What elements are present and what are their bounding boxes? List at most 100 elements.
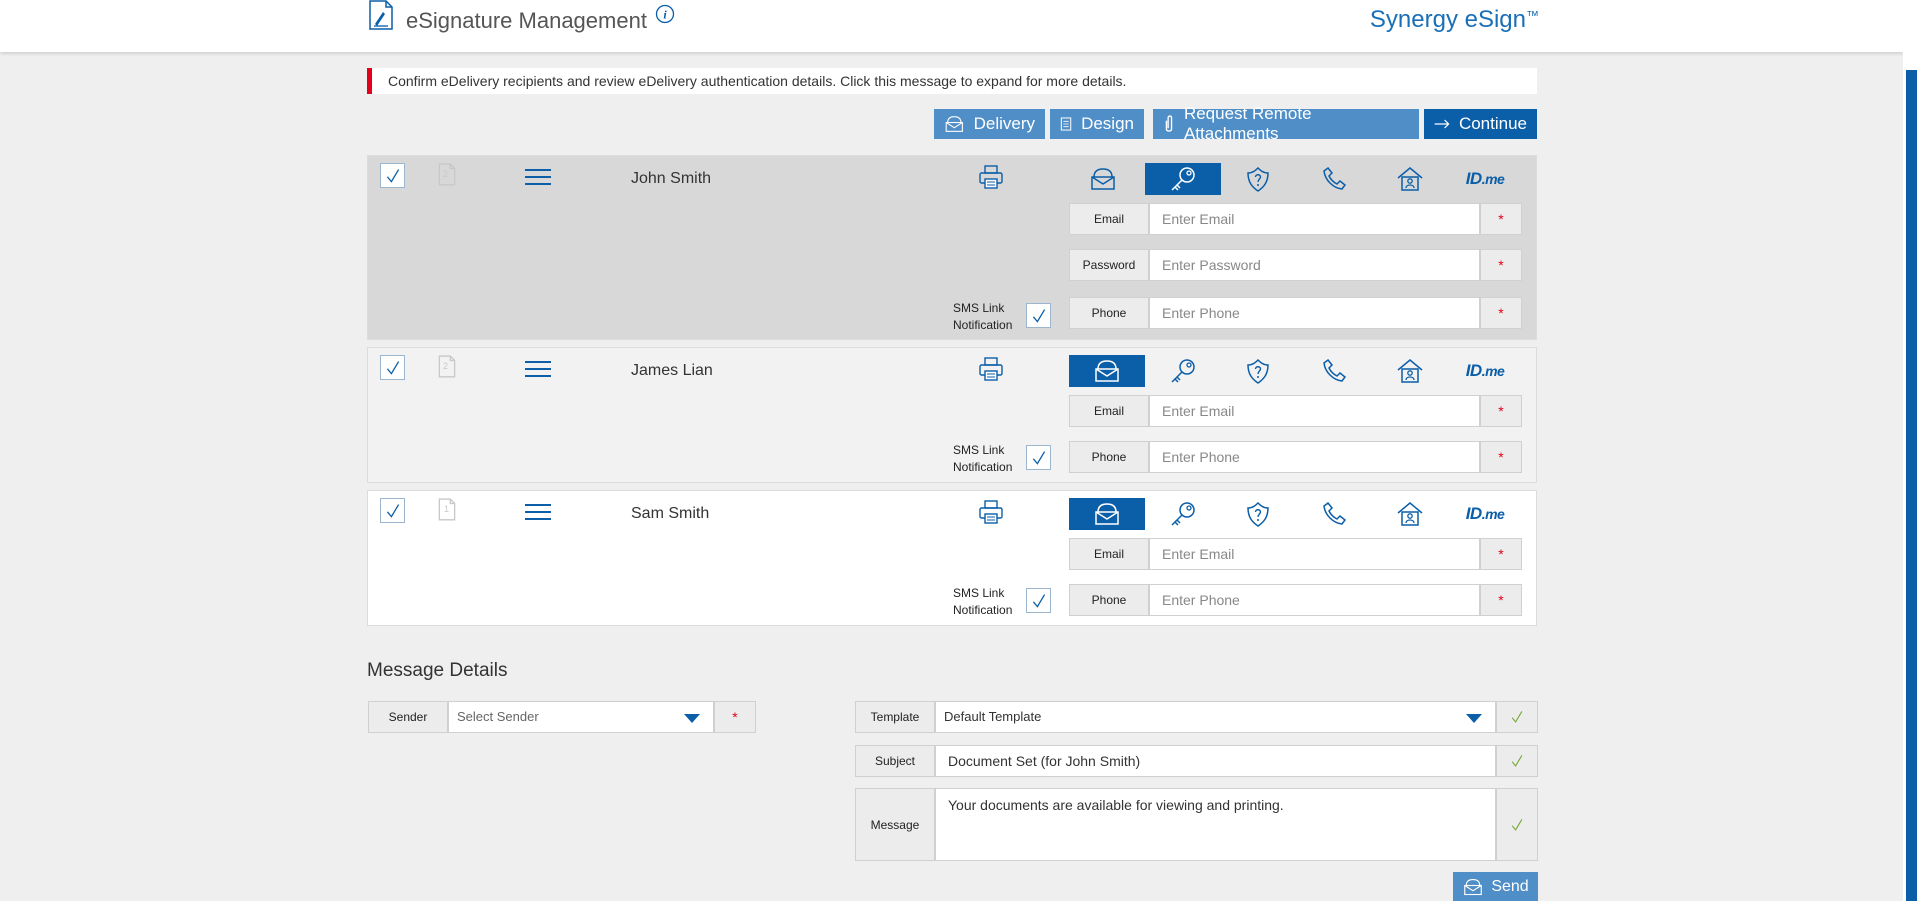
- message-label: Message: [855, 788, 935, 861]
- drag-handle-icon[interactable]: [525, 504, 551, 520]
- phone-label: Phone: [1069, 584, 1149, 616]
- auth-method-password[interactable]: [1145, 355, 1221, 387]
- print-icon[interactable]: [978, 356, 1004, 387]
- continue-button[interactable]: Continue: [1424, 109, 1537, 139]
- email-envelope-icon: [944, 115, 965, 133]
- svg-text:i: i: [663, 8, 667, 22]
- auth-method-kba[interactable]: [1372, 355, 1448, 387]
- delivery-button[interactable]: Delivery: [934, 109, 1045, 139]
- page-title: eSignature Management: [406, 8, 647, 33]
- template-select[interactable]: Default Template: [935, 701, 1496, 733]
- auth-method-phone[interactable]: [1296, 498, 1372, 530]
- checkmark-icon: [1510, 754, 1524, 768]
- auth-method-kba[interactable]: [1372, 163, 1448, 195]
- sender-label: Sender: [368, 701, 448, 733]
- sender-required-indicator: *: [714, 701, 756, 733]
- recipient-checkbox[interactable]: [380, 355, 405, 380]
- id-me-logo: ID.me: [1465, 361, 1505, 380]
- checkmark-icon: [385, 503, 401, 519]
- auth-method-security-question[interactable]: [1220, 163, 1296, 195]
- auth-method-kba[interactable]: [1372, 498, 1448, 530]
- phone-required-indicator: *: [1480, 297, 1522, 329]
- signing-order-icon[interactable]: 1: [436, 498, 458, 522]
- continue-button-label: Continue: [1458, 114, 1527, 133]
- auth-method-password[interactable]: [1145, 163, 1221, 195]
- email-required-indicator: *: [1480, 203, 1522, 235]
- phone-label: Phone: [1069, 297, 1149, 329]
- email-label: Email: [1069, 538, 1149, 570]
- document-list-icon: [1060, 114, 1072, 134]
- email-input[interactable]: [1149, 538, 1480, 570]
- sms-notification-checkbox[interactable]: [1026, 588, 1051, 613]
- checkmark-icon: [1510, 818, 1524, 832]
- subject-input[interactable]: [935, 745, 1496, 777]
- subject-label: Subject: [855, 745, 935, 777]
- brand-name: Synergy eSign™: [1369, 6, 1539, 33]
- print-icon[interactable]: [978, 164, 1004, 195]
- recipient-checkbox[interactable]: [380, 163, 405, 188]
- send-button[interactable]: Send: [1453, 872, 1538, 901]
- document-sign-icon: [368, 0, 394, 30]
- sender-select[interactable]: Select Sender: [448, 701, 714, 733]
- auth-method-id-me[interactable]: ID.me: [1447, 163, 1523, 195]
- chevron-down-icon: [1466, 714, 1482, 723]
- auth-method-id-me[interactable]: ID.me: [1447, 498, 1523, 530]
- signing-order-number: 2: [443, 169, 449, 179]
- alert-message[interactable]: Confirm eDelivery recipients and review …: [367, 68, 1537, 94]
- password-key-icon: [1169, 357, 1197, 385]
- sms-link-notification-label: SMS Link Notification: [953, 301, 1013, 332]
- request-attachments-label: Request Remote Attachments: [1183, 104, 1312, 143]
- checkmark-icon: [385, 168, 401, 184]
- scrollbar-thumb[interactable]: [1906, 70, 1917, 901]
- auth-method-email[interactable]: [1069, 355, 1145, 387]
- info-icon[interactable]: i: [655, 4, 675, 24]
- recipient-checkbox[interactable]: [380, 498, 405, 523]
- send-button-label: Send: [1491, 877, 1529, 895]
- signing-order-icon[interactable]: 2: [436, 163, 458, 187]
- kba-house-icon: [1396, 165, 1424, 193]
- auth-method-email[interactable]: [1069, 498, 1145, 530]
- phone-input[interactable]: [1149, 441, 1480, 473]
- email-envelope-icon: [1093, 359, 1121, 383]
- drag-handle-icon[interactable]: [525, 361, 551, 377]
- drag-handle-icon[interactable]: [525, 169, 551, 185]
- recipient-name: James Lian: [631, 362, 713, 379]
- top-bar: eSignature Management i Synergy eSign™: [0, 0, 1903, 52]
- sms-link-notification-label: SMS Link Notification: [953, 586, 1013, 617]
- design-button-label: Design: [1081, 114, 1134, 133]
- checkmark-icon: [385, 360, 401, 376]
- recipient-name: Sam Smith: [631, 505, 710, 522]
- auth-method-security-question[interactable]: [1220, 498, 1296, 530]
- print-icon[interactable]: [978, 499, 1004, 530]
- signing-order-number: 1: [444, 504, 450, 514]
- email-input[interactable]: [1149, 203, 1480, 235]
- request-remote-attachments-button[interactable]: Request Remote Attachments: [1153, 104, 1419, 143]
- auth-method-phone[interactable]: [1296, 163, 1372, 195]
- auth-method-password[interactable]: [1145, 498, 1221, 530]
- auth-method-email[interactable]: [1065, 163, 1141, 195]
- design-button[interactable]: Design: [1050, 109, 1144, 139]
- email-input[interactable]: [1149, 395, 1480, 427]
- template-valid-indicator: [1496, 701, 1538, 733]
- email-label: Email: [1069, 395, 1149, 427]
- auth-method-id-me[interactable]: ID.me: [1447, 355, 1523, 387]
- phone-input[interactable]: [1149, 584, 1480, 616]
- phone-input[interactable]: [1149, 297, 1480, 329]
- password-input[interactable]: [1149, 249, 1480, 281]
- signing-order-icon[interactable]: 2: [436, 355, 458, 379]
- sender-select-value: Select Sender: [457, 709, 539, 724]
- message-textarea[interactable]: Your documents are available for viewing…: [935, 788, 1496, 861]
- password-key-icon: [1169, 165, 1197, 193]
- template-label: Template: [855, 701, 935, 733]
- email-envelope-icon: [1089, 167, 1117, 191]
- phone-icon: [1320, 357, 1348, 385]
- sms-notification-checkbox[interactable]: [1026, 303, 1051, 328]
- email-required-indicator: *: [1480, 395, 1522, 427]
- auth-method-phone[interactable]: [1296, 355, 1372, 387]
- sms-notification-checkbox[interactable]: [1026, 445, 1051, 470]
- checkmark-icon: [1510, 710, 1524, 724]
- phone-icon: [1320, 500, 1348, 528]
- id-me-logo: ID.me: [1465, 504, 1505, 523]
- security-question-icon: [1244, 165, 1272, 193]
- auth-method-security-question[interactable]: [1220, 355, 1296, 387]
